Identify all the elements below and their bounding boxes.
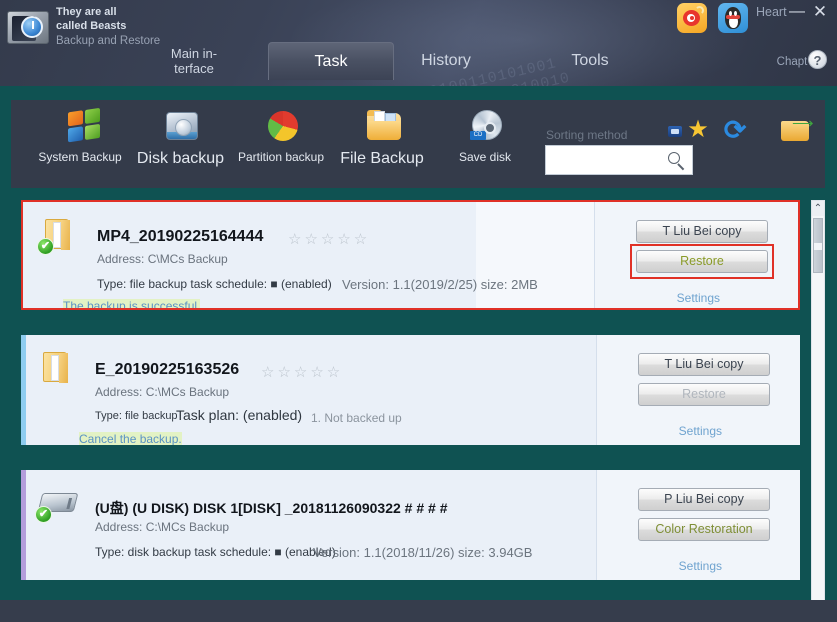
tab-tools[interactable]: Tools [540, 42, 640, 80]
card-mid-panel [476, 202, 594, 310]
application-window: 0100110101001 1001011010010 100101101001… [0, 0, 837, 622]
penguin-eye-right [734, 11, 737, 16]
toolbar-label-system-backup: System Backup [25, 150, 135, 164]
toolbar-item-system-backup[interactable]: System Backup [25, 108, 135, 164]
settings-link[interactable]: Settings [677, 291, 720, 305]
task-status: The backup is successful. [63, 299, 200, 310]
success-badge-icon: ✔ [35, 506, 52, 523]
task-address: Address: C:\MCs Backup [95, 520, 229, 534]
app-title-line2: called Beasts [56, 19, 160, 33]
folder-backup-icon: ✔ [39, 219, 79, 253]
main-content-area: System Backup Disk backup Partition back… [0, 86, 837, 600]
search-input[interactable] [552, 146, 664, 174]
tab-bar: Main in- terface Task History Tools Chap… [0, 42, 837, 86]
toolbar-label-disk-backup: Disk backup [128, 150, 233, 168]
favorite-star-icon[interactable]: ★ [687, 119, 709, 141]
task-version: Version: 1.1(2018/11/26) size: 3.94GB [313, 545, 532, 560]
task-title: E_20190225163526 [95, 361, 239, 379]
task-status: Cancel the backup. [79, 432, 182, 445]
toolbar-label-save-disk: Save disk [435, 150, 535, 164]
restore-button[interactable]: Restore [636, 250, 768, 273]
help-icon[interactable]: ? [808, 50, 827, 69]
bottom-status-bar [0, 600, 837, 622]
restore-button: Restore [638, 383, 770, 406]
scrollbar-thumb[interactable] [813, 218, 823, 273]
task-status-text: Cancel the backup. [79, 432, 182, 445]
weibo-icon[interactable] [677, 3, 707, 33]
tab-main-interface[interactable]: Main in- terface [148, 42, 240, 80]
toolbar-item-file-backup[interactable]: File Backup [327, 108, 437, 168]
disk-backup-icon: ✔ [37, 487, 77, 521]
qq-penguin-icon[interactable] [718, 3, 748, 33]
tab-main-interface-line1: Main in- [171, 46, 217, 61]
sorting-method-label: Sorting method [546, 128, 627, 142]
toolbar-label-file-backup: File Backup [327, 150, 437, 168]
clock-icon [21, 16, 43, 38]
card-accent-strip [21, 335, 26, 445]
title-bar: 0100110101001 1001011010010 100101101001… [0, 0, 837, 86]
task-type: Type: disk backup task schedule: ■ (enab… [95, 545, 336, 559]
task-list: ✔ MP4_20190225164444 ☆☆☆☆☆ Address: C\MC… [11, 200, 825, 622]
toolbar-item-save-disk[interactable]: CD Save disk [435, 108, 535, 164]
cd-disc-icon: CD [463, 108, 507, 148]
hard-disk-icon [159, 108, 203, 148]
weibo-wave-shape [695, 6, 704, 15]
task-card[interactable]: ✔ (U盘) (U DISK) DISK 1[DISK] _2018112609… [21, 470, 800, 580]
tab-task[interactable]: Task [268, 42, 394, 80]
minimize-button[interactable]: — [787, 2, 807, 22]
task-title: MP4_20190225164444 [97, 228, 263, 246]
penguin-eye-left [729, 11, 732, 16]
success-badge-icon: ✔ [37, 238, 54, 255]
task-type: Type: file backup task schedule: ■ (enab… [97, 277, 332, 291]
folder-backup-icon [37, 352, 77, 386]
close-button[interactable]: ✕ [810, 2, 830, 22]
task-rating-stars[interactable]: ☆☆☆☆☆ [261, 363, 343, 381]
backup-copy-button[interactable]: T Liu Bei copy [638, 353, 770, 376]
refresh-icon[interactable]: ⟳ [722, 117, 748, 143]
task-status-text: The backup is successful. [63, 299, 200, 310]
toolbar-item-partition-backup[interactable]: Partition backup [222, 108, 340, 164]
search-icon[interactable] [667, 151, 686, 170]
tab-main-interface-line2: terface [171, 61, 217, 76]
task-backup-count: 1. Not backed up [311, 411, 402, 425]
task-rating-stars[interactable]: ☆☆☆☆☆ [288, 230, 370, 248]
heart-label: Heart [756, 5, 787, 19]
backup-copy-button[interactable]: P Liu Bei copy [638, 488, 770, 511]
vertical-scrollbar[interactable]: ⌃ ⌄ [811, 200, 825, 622]
card-accent-strip [23, 202, 28, 308]
export-folder-icon[interactable]: ⟶ [781, 118, 809, 142]
card-accent-strip [21, 470, 26, 580]
restore-button[interactable]: Color Restoration [638, 518, 770, 541]
task-address: Address: C\MCs Backup [97, 252, 228, 266]
toolbar-label-partition-backup: Partition backup [222, 150, 340, 164]
penguin-scarf-shape [726, 15, 740, 19]
window-view-icon[interactable] [668, 126, 682, 137]
pie-chart-icon [259, 108, 303, 148]
app-title-line1: They are all [56, 5, 160, 19]
task-version: Version: 1.1(2019/2/25) size: 2MB [342, 277, 538, 292]
task-card[interactable]: ✔ MP4_20190225164444 ☆☆☆☆☆ Address: C\MC… [21, 200, 800, 310]
task-type: Type: file backup [95, 410, 178, 422]
task-address: Address: C:\MCs Backup [95, 385, 229, 399]
task-plan: Task plan: (enabled) [176, 407, 302, 423]
search-box[interactable] [545, 145, 693, 175]
settings-link[interactable]: Settings [679, 424, 722, 438]
settings-link[interactable]: Settings [679, 559, 722, 573]
tab-history[interactable]: History [400, 42, 492, 80]
app-logo-icon [5, 8, 51, 46]
toolbar-item-disk-backup[interactable]: Disk backup [128, 108, 233, 168]
toolbar: System Backup Disk backup Partition back… [11, 100, 825, 188]
task-title: (U盘) (U DISK) DISK 1[DISK] _201811260903… [95, 498, 448, 518]
folder-icon [360, 108, 404, 148]
backup-copy-button[interactable]: T Liu Bei copy [636, 220, 768, 243]
windows-flag-icon [58, 108, 102, 148]
task-card[interactable]: E_20190225163526 ☆☆☆☆☆ Address: C:\MCs B… [21, 335, 800, 445]
scroll-up-arrow-icon[interactable]: ⌃ [812, 201, 824, 216]
